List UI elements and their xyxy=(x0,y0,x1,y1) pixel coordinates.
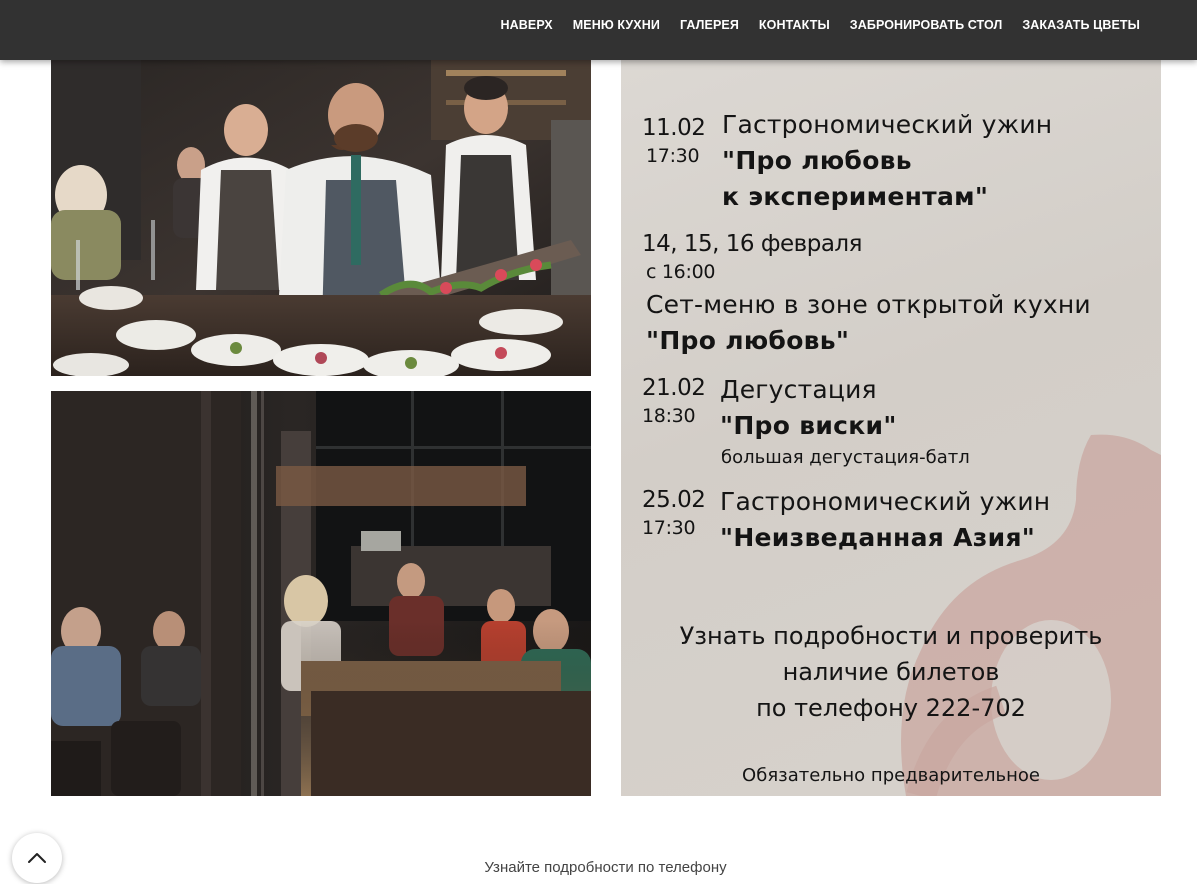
event-4-time: 17:30 xyxy=(642,517,696,539)
nav-item-contacts[interactable]: КОНТАКТЫ xyxy=(759,18,830,32)
scroll-to-top-button[interactable] xyxy=(12,833,62,883)
info-line-2: наличие билетов xyxy=(782,658,1000,686)
event-4-title: "Неизведанная Азия" xyxy=(720,523,1036,552)
booking-note: Обязательно предварительное xyxy=(742,765,1040,786)
main-navigation: НАВЕРХ МЕНЮ КУХНИ ГАЛЕРЕЯ КОНТАКТЫ ЗАБРО… xyxy=(501,18,1140,32)
nav-item-book-table[interactable]: ЗАБРОНИРОВАТЬ СТОЛ xyxy=(850,18,1003,32)
nav-item-menu[interactable]: МЕНЮ КУХНИ xyxy=(573,18,660,32)
nav-item-top[interactable]: НАВЕРХ xyxy=(501,18,553,32)
info-line-1: Узнать подробности и проверить xyxy=(679,622,1103,650)
event-3-title: "Про виски" xyxy=(720,411,897,440)
footer-contact-text: Узнайте подробности по телефону xyxy=(484,859,727,876)
event-2-title: "Про любовь" xyxy=(646,326,850,355)
event-3-time: 18:30 xyxy=(642,405,696,427)
events-poster: 11.02 17:30 Гастрономический ужин "Про л… xyxy=(621,60,1161,796)
nav-item-order-flowers[interactable]: ЗАКАЗАТЬ ЦВЕТЫ xyxy=(1022,18,1140,32)
event-4-type: Гастрономический ужин xyxy=(720,487,1051,516)
chefs-plating-photo[interactable] xyxy=(51,60,591,376)
event-3-date: 21.02 xyxy=(642,375,706,401)
top-navigation-bar: НАВЕРХ МЕНЮ КУХНИ ГАЛЕРЕЯ КОНТАКТЫ ЗАБРО… xyxy=(0,0,1197,60)
event-4-date: 25.02 xyxy=(642,487,706,513)
event-1-type: Гастрономический ужин xyxy=(722,110,1053,139)
info-phone-line: по телефону 222-702 xyxy=(756,694,1026,722)
event-1-title-line1: "Про любовь xyxy=(722,146,912,175)
nav-item-gallery[interactable]: ГАЛЕРЕЯ xyxy=(680,18,739,32)
event-2-date: 14, 15, 16 февраля xyxy=(642,231,862,257)
event-1-date: 11.02 xyxy=(642,115,706,141)
restaurant-hall-photo[interactable] xyxy=(51,391,591,796)
event-2-type: Сет-меню в зоне открытой кухни xyxy=(646,290,1091,319)
event-2-time: с 16:00 xyxy=(646,261,716,283)
event-1-title-line2: к экспериментам" xyxy=(722,182,989,211)
event-1-time: 17:30 xyxy=(646,145,700,167)
event-3-type: Дегустация xyxy=(720,375,877,404)
event-3-subtitle: большая дегустация-батл xyxy=(721,447,970,468)
chevron-up-icon xyxy=(28,853,46,863)
